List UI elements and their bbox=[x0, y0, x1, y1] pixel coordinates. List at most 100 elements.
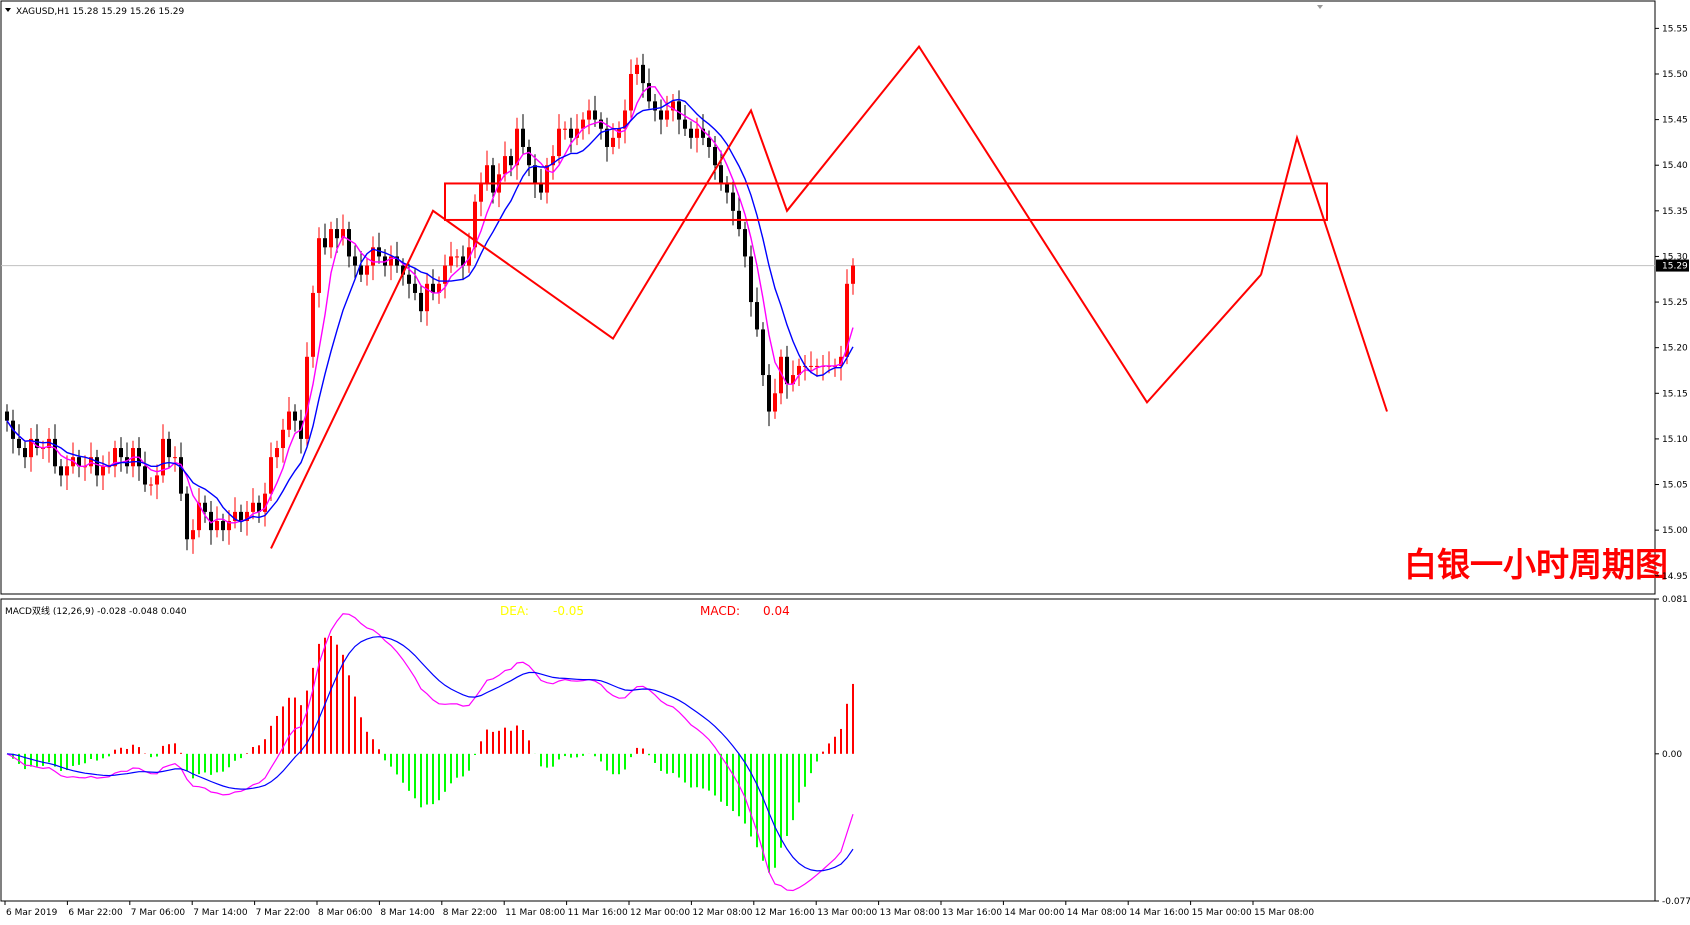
time-tick-label: 13 Mar 16:00 bbox=[942, 908, 1002, 918]
candle-body bbox=[287, 411, 291, 430]
time-tick-label: 12 Mar 16:00 bbox=[755, 908, 815, 918]
current-price-label: 15.29 bbox=[1662, 262, 1688, 272]
candle-body bbox=[413, 283, 417, 293]
price-tick-label: 15.35 bbox=[1662, 207, 1688, 217]
candle-body bbox=[533, 165, 537, 184]
candle-body bbox=[365, 265, 369, 275]
dea-label: DEA: bbox=[500, 604, 529, 618]
time-tick-label: 11 Mar 16:00 bbox=[568, 908, 628, 918]
candle-body bbox=[221, 521, 225, 531]
price-tick-label: 14.95 bbox=[1662, 572, 1688, 582]
time-tick-label: 11 Mar 08:00 bbox=[505, 908, 565, 918]
candle-body bbox=[17, 438, 21, 449]
candle-body bbox=[149, 484, 153, 486]
candle-body bbox=[677, 101, 681, 120]
candle-body bbox=[557, 128, 561, 157]
candle-body bbox=[335, 229, 339, 239]
candle-body bbox=[713, 146, 717, 166]
price-tick-label: 15.10 bbox=[1662, 435, 1688, 445]
price-tick-label: 15.55 bbox=[1662, 24, 1688, 34]
candle-body bbox=[761, 329, 765, 376]
candle-body bbox=[155, 475, 159, 485]
dea-value: -0.05 bbox=[553, 604, 584, 618]
candle-body bbox=[275, 448, 279, 458]
price-tick-label: 15.40 bbox=[1662, 161, 1688, 171]
candle-body bbox=[617, 128, 621, 138]
candle-body bbox=[329, 229, 333, 248]
candle-body bbox=[707, 137, 711, 147]
candle-body bbox=[749, 256, 753, 303]
candle-body bbox=[293, 411, 297, 421]
candle-body bbox=[563, 128, 567, 130]
candle-body bbox=[353, 256, 357, 266]
candle-body bbox=[143, 466, 147, 485]
candle-body bbox=[203, 502, 207, 512]
candle-body bbox=[809, 365, 813, 367]
price-tick-label: 15.50 bbox=[1662, 70, 1688, 80]
candle-body bbox=[251, 502, 255, 512]
candle-body bbox=[491, 165, 495, 193]
candle-body bbox=[509, 156, 513, 166]
candle-body bbox=[317, 238, 321, 293]
macd-value: 0.04 bbox=[763, 604, 790, 618]
time-tick-label: 13 Mar 08:00 bbox=[880, 908, 940, 918]
candle-body bbox=[521, 128, 525, 147]
candle-body bbox=[767, 375, 771, 412]
time-tick-label: 8 Mar 06:00 bbox=[318, 908, 373, 918]
candle-body bbox=[569, 128, 573, 138]
price-tick-label: 15.15 bbox=[1662, 389, 1688, 399]
macd-tick-label: 0.081 bbox=[1662, 595, 1688, 605]
macd-axis: 0.081 0.00 -0.077 bbox=[1655, 595, 1690, 907]
price-tick-label: 15.20 bbox=[1662, 344, 1688, 354]
candle-body bbox=[269, 457, 273, 494]
candle-body bbox=[539, 183, 543, 193]
time-tick-label: 15 Mar 00:00 bbox=[1192, 908, 1252, 918]
price-tick-label: 15.00 bbox=[1662, 526, 1688, 536]
chart-canvas: XAGUSD,H1 15.28 15.29 15.26 15.29 MACD双线… bbox=[0, 0, 1690, 918]
candle-body bbox=[479, 183, 483, 202]
time-tick-label: 6 Mar 2019 bbox=[6, 908, 58, 918]
price-pane bbox=[0, 0, 1656, 595]
price-tick-label: 15.05 bbox=[1662, 481, 1688, 491]
time-tick-label: 12 Mar 08:00 bbox=[692, 908, 752, 918]
time-tick-label: 8 Mar 14:00 bbox=[380, 908, 435, 918]
candle-body bbox=[5, 411, 9, 421]
time-tick-label: 14 Mar 16:00 bbox=[1129, 908, 1189, 918]
time-tick-label: 7 Mar 06:00 bbox=[131, 908, 186, 918]
macd-tick-label: -0.077 bbox=[1662, 897, 1690, 907]
time-tick-label: 13 Mar 00:00 bbox=[817, 908, 877, 918]
candle-body bbox=[611, 137, 615, 147]
time-tick-label: 15 Mar 08:00 bbox=[1254, 908, 1314, 918]
candle-body bbox=[647, 83, 651, 102]
time-tick-label: 14 Mar 08:00 bbox=[1067, 908, 1127, 918]
candle-body bbox=[239, 511, 243, 522]
candle-body bbox=[515, 128, 519, 166]
time-axis: 6 Mar 2019 6 Mar 22:00 7 Mar 06:00 7 Mar 14… bbox=[4, 901, 1314, 918]
candle-body bbox=[449, 256, 453, 266]
candle-body bbox=[53, 438, 57, 467]
candle-body bbox=[719, 165, 723, 184]
candle-body bbox=[629, 73, 633, 111]
candle-body bbox=[173, 457, 177, 459]
candle-body bbox=[185, 493, 189, 540]
symbol-header: XAGUSD,H1 15.28 15.29 15.26 15.29 bbox=[16, 7, 185, 17]
candle-body bbox=[323, 238, 327, 248]
candle-body bbox=[101, 466, 105, 476]
candle-body bbox=[311, 292, 315, 357]
candle-body bbox=[65, 466, 69, 476]
time-tick-label: 7 Mar 14:00 bbox=[193, 908, 248, 918]
candle-body bbox=[527, 146, 531, 166]
candle-body bbox=[773, 393, 777, 412]
price-axis: 15.5515.5015.4515.4015.3515.3015.2515.20… bbox=[1655, 24, 1689, 582]
time-tick-label: 6 Mar 22:00 bbox=[68, 908, 123, 918]
candle-body bbox=[689, 128, 693, 138]
time-tick-label: 8 Mar 22:00 bbox=[443, 908, 498, 918]
time-tick-label: 7 Mar 22:00 bbox=[256, 908, 311, 918]
candle-body bbox=[455, 256, 459, 258]
candle-body bbox=[23, 448, 27, 458]
candle-body bbox=[485, 165, 489, 184]
candle-body bbox=[851, 265, 855, 284]
price-tick-label: 15.25 bbox=[1662, 298, 1688, 308]
candle-body bbox=[407, 274, 411, 284]
candle-body bbox=[59, 466, 63, 476]
